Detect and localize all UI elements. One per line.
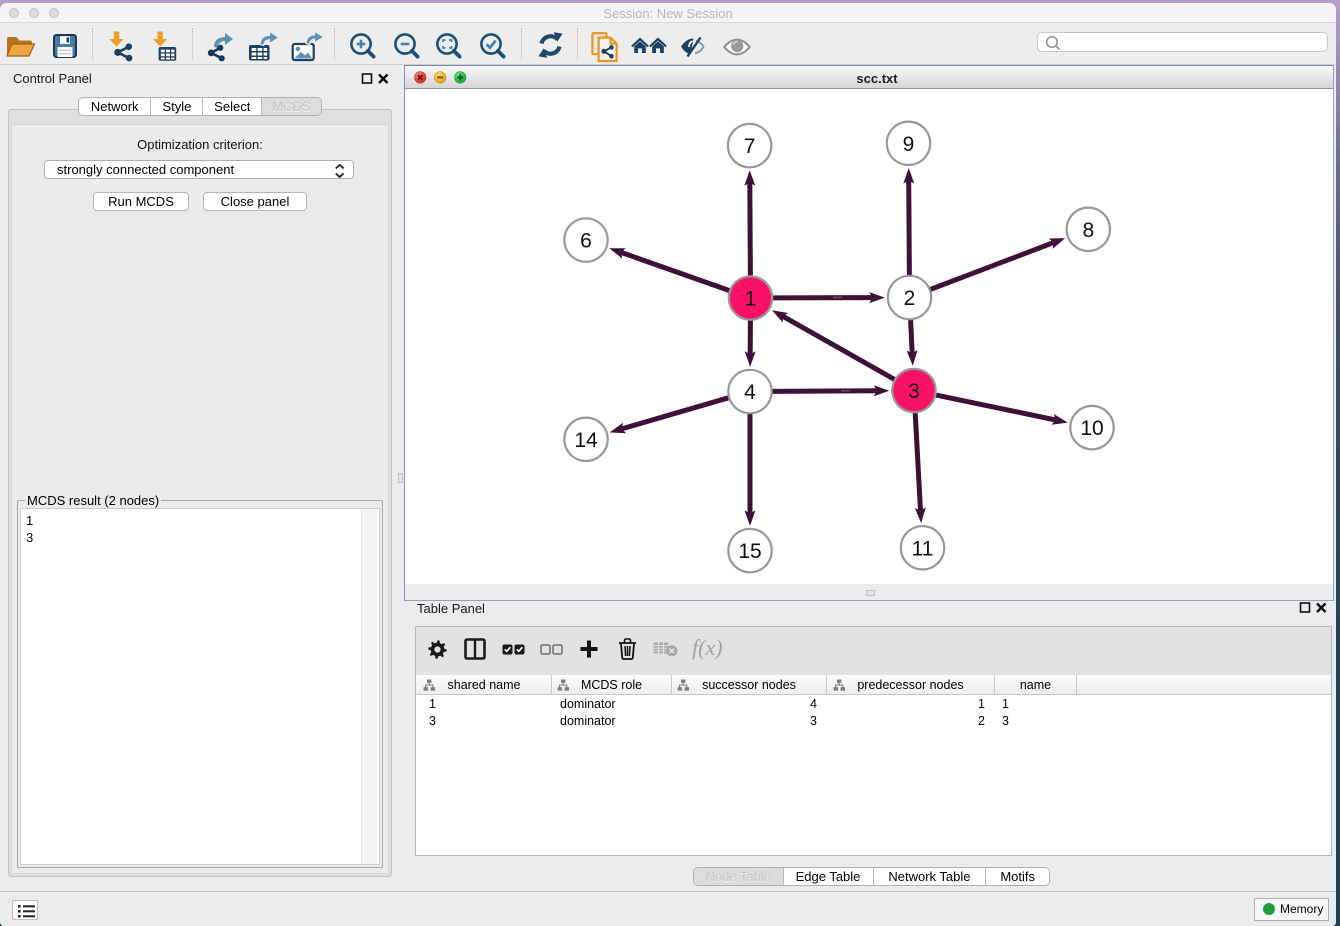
svg-text:4: 4 xyxy=(744,381,756,404)
svg-text:6: 6 xyxy=(580,230,592,253)
svg-text:2: 2 xyxy=(904,287,916,310)
svg-text:8: 8 xyxy=(1082,219,1094,242)
svg-text:11: 11 xyxy=(912,537,934,560)
svg-text:14: 14 xyxy=(574,429,598,452)
svg-text:15: 15 xyxy=(738,540,761,563)
svg-text:1: 1 xyxy=(745,288,757,311)
svg-text:9: 9 xyxy=(903,133,915,156)
svg-text:7: 7 xyxy=(744,135,756,158)
svg-text:10: 10 xyxy=(1080,417,1103,440)
svg-text:3: 3 xyxy=(908,380,920,403)
